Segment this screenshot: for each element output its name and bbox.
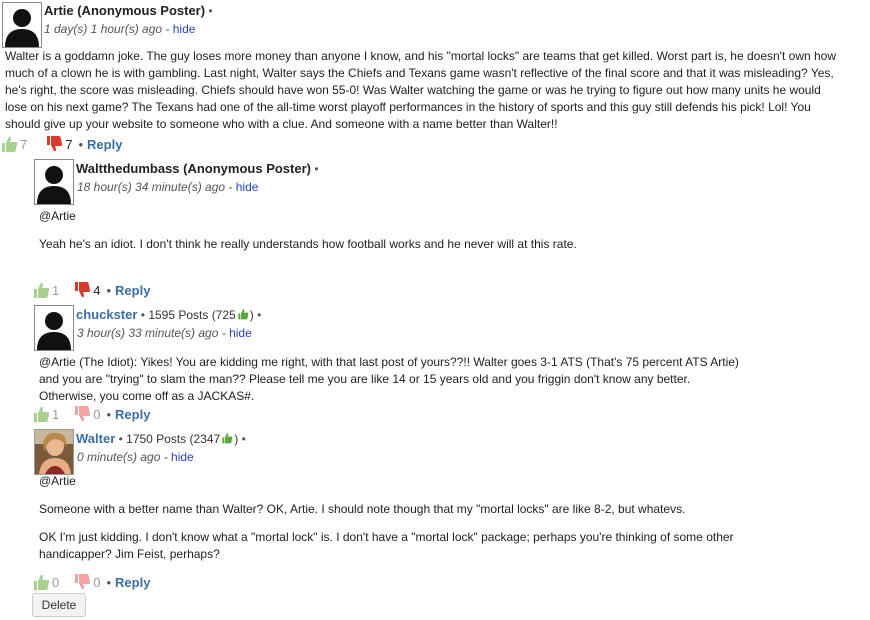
avatar [34, 159, 74, 205]
separator-dot: • [241, 432, 246, 446]
comment-header: Artie (Anonymous Poster) • [44, 3, 213, 18]
timestamp: 1 day(s) 1 hour(s) ago - hide [44, 22, 196, 36]
timestamp: 3 hour(s) 33 minute(s) ago - hide [77, 326, 252, 340]
timestamp: 18 hour(s) 34 minute(s) ago - hide [77, 180, 259, 194]
post-count-close: ) [234, 432, 239, 446]
post-count: 1750 Posts (2347 [126, 432, 221, 446]
user-silhouette-icon [37, 166, 71, 204]
comment-mention: @Artie [39, 474, 76, 488]
thumbs-up-icon [238, 309, 249, 320]
upvote-count: 7 [20, 136, 28, 152]
hide-link[interactable]: hide [236, 180, 259, 194]
vote-bar: 1 4 • Reply [32, 280, 150, 300]
post-count-close: ) [249, 308, 254, 322]
reply-link[interactable]: Reply [115, 283, 150, 298]
time-ago: 18 hour(s) 34 minute(s) ago [77, 180, 226, 194]
thumbs-up-icon[interactable] [0, 135, 18, 153]
upvote-count: 0 [52, 574, 60, 590]
vote-bar: 7 7 • Reply [0, 134, 122, 154]
hide-link[interactable]: hide [171, 450, 194, 464]
comment-text: OK I'm just kidding. I don't know what a… [39, 530, 734, 561]
upvote-count: 1 [52, 406, 60, 422]
separator-dot: • [140, 308, 145, 322]
thumbs-down-icon[interactable] [73, 405, 91, 423]
downvote-count: 7 [65, 136, 73, 152]
reply-link[interactable]: Reply [115, 407, 150, 422]
timestamp: 0 minute(s) ago - hide [77, 450, 194, 464]
time-ago: 3 hour(s) 33 minute(s) ago [77, 326, 219, 340]
delete-button[interactable]: Delete [32, 593, 86, 617]
thumbs-down-icon[interactable] [73, 573, 91, 591]
author-link[interactable]: Walter [76, 431, 115, 446]
user-silhouette-icon [37, 312, 71, 350]
author-name: Waltthedumbass (Anonymous Poster) [76, 161, 311, 176]
comment-mention: @Artie [39, 209, 76, 223]
comment-header: chuckster • 1595 Posts (725) • [76, 307, 261, 322]
comment-body: @Artie Yeah he's an idiot. I don't think… [39, 208, 839, 253]
downvote-count: 0 [93, 406, 101, 422]
hide-link[interactable]: hide [173, 22, 196, 36]
hide-link[interactable]: hide [229, 326, 252, 340]
separator-dot: • [106, 574, 112, 590]
time-ago: 1 day(s) 1 hour(s) ago [44, 22, 163, 36]
reply-link[interactable]: Reply [87, 137, 122, 152]
user-photo [35, 430, 73, 474]
separator-dot: • [118, 432, 123, 446]
comment-text: Yeah he's an idiot. I don't think he rea… [39, 237, 577, 251]
thumbs-up-icon[interactable] [32, 405, 50, 423]
comment-header: Waltthedumbass (Anonymous Poster) • [76, 161, 319, 176]
upvote-count: 1 [52, 282, 60, 298]
downvote-count: 0 [93, 574, 101, 590]
avatar [2, 2, 42, 48]
thumbs-up-icon[interactable] [32, 281, 50, 299]
comment-text-line: @Artie (The Idiot): Yikes! You are kiddi… [39, 355, 739, 369]
separator-dot: • [78, 136, 84, 152]
thumbs-up-icon[interactable] [32, 573, 50, 591]
separator-dot: • [314, 162, 319, 176]
thumbs-up-icon [222, 433, 233, 444]
separator-dot: • [106, 406, 112, 422]
time-ago: 0 minute(s) ago [77, 450, 161, 464]
avatar [34, 429, 74, 475]
vote-bar: 0 0 • Reply [32, 572, 150, 592]
comment-body: Walter is a goddamn joke. The guy loses … [5, 48, 840, 133]
avatar [34, 305, 74, 351]
comment-body: @Artie (The Idiot): Yikes! You are kiddi… [39, 354, 839, 405]
post-count: 1595 Posts (725 [148, 308, 236, 322]
comment-body: @Artie Someone with a better name than W… [39, 473, 759, 563]
reply-link[interactable]: Reply [115, 575, 150, 590]
downvote-count: 4 [93, 282, 101, 298]
user-silhouette-icon [5, 9, 39, 47]
thumbs-down-icon[interactable] [73, 281, 91, 299]
comment-text: Someone with a better name than Walter? … [39, 502, 686, 516]
thumbs-down-icon[interactable] [45, 135, 63, 153]
vote-bar: 1 0 • Reply [32, 404, 150, 424]
separator-dot: • [257, 308, 262, 322]
separator-dot: • [106, 282, 112, 298]
comment-text-line: Otherwise, you come off as a JACKAS#. [39, 389, 255, 403]
separator-dot: • [208, 4, 213, 18]
comment-text: Walter is a goddamn joke. The guy loses … [5, 49, 837, 131]
author-name: Artie (Anonymous Poster) [44, 3, 206, 18]
author-link[interactable]: chuckster [76, 307, 137, 322]
comment-header: Walter • 1750 Posts (2347) • [76, 431, 246, 446]
comment-text-line: and you are "trying" to slam the man?? P… [39, 372, 691, 386]
